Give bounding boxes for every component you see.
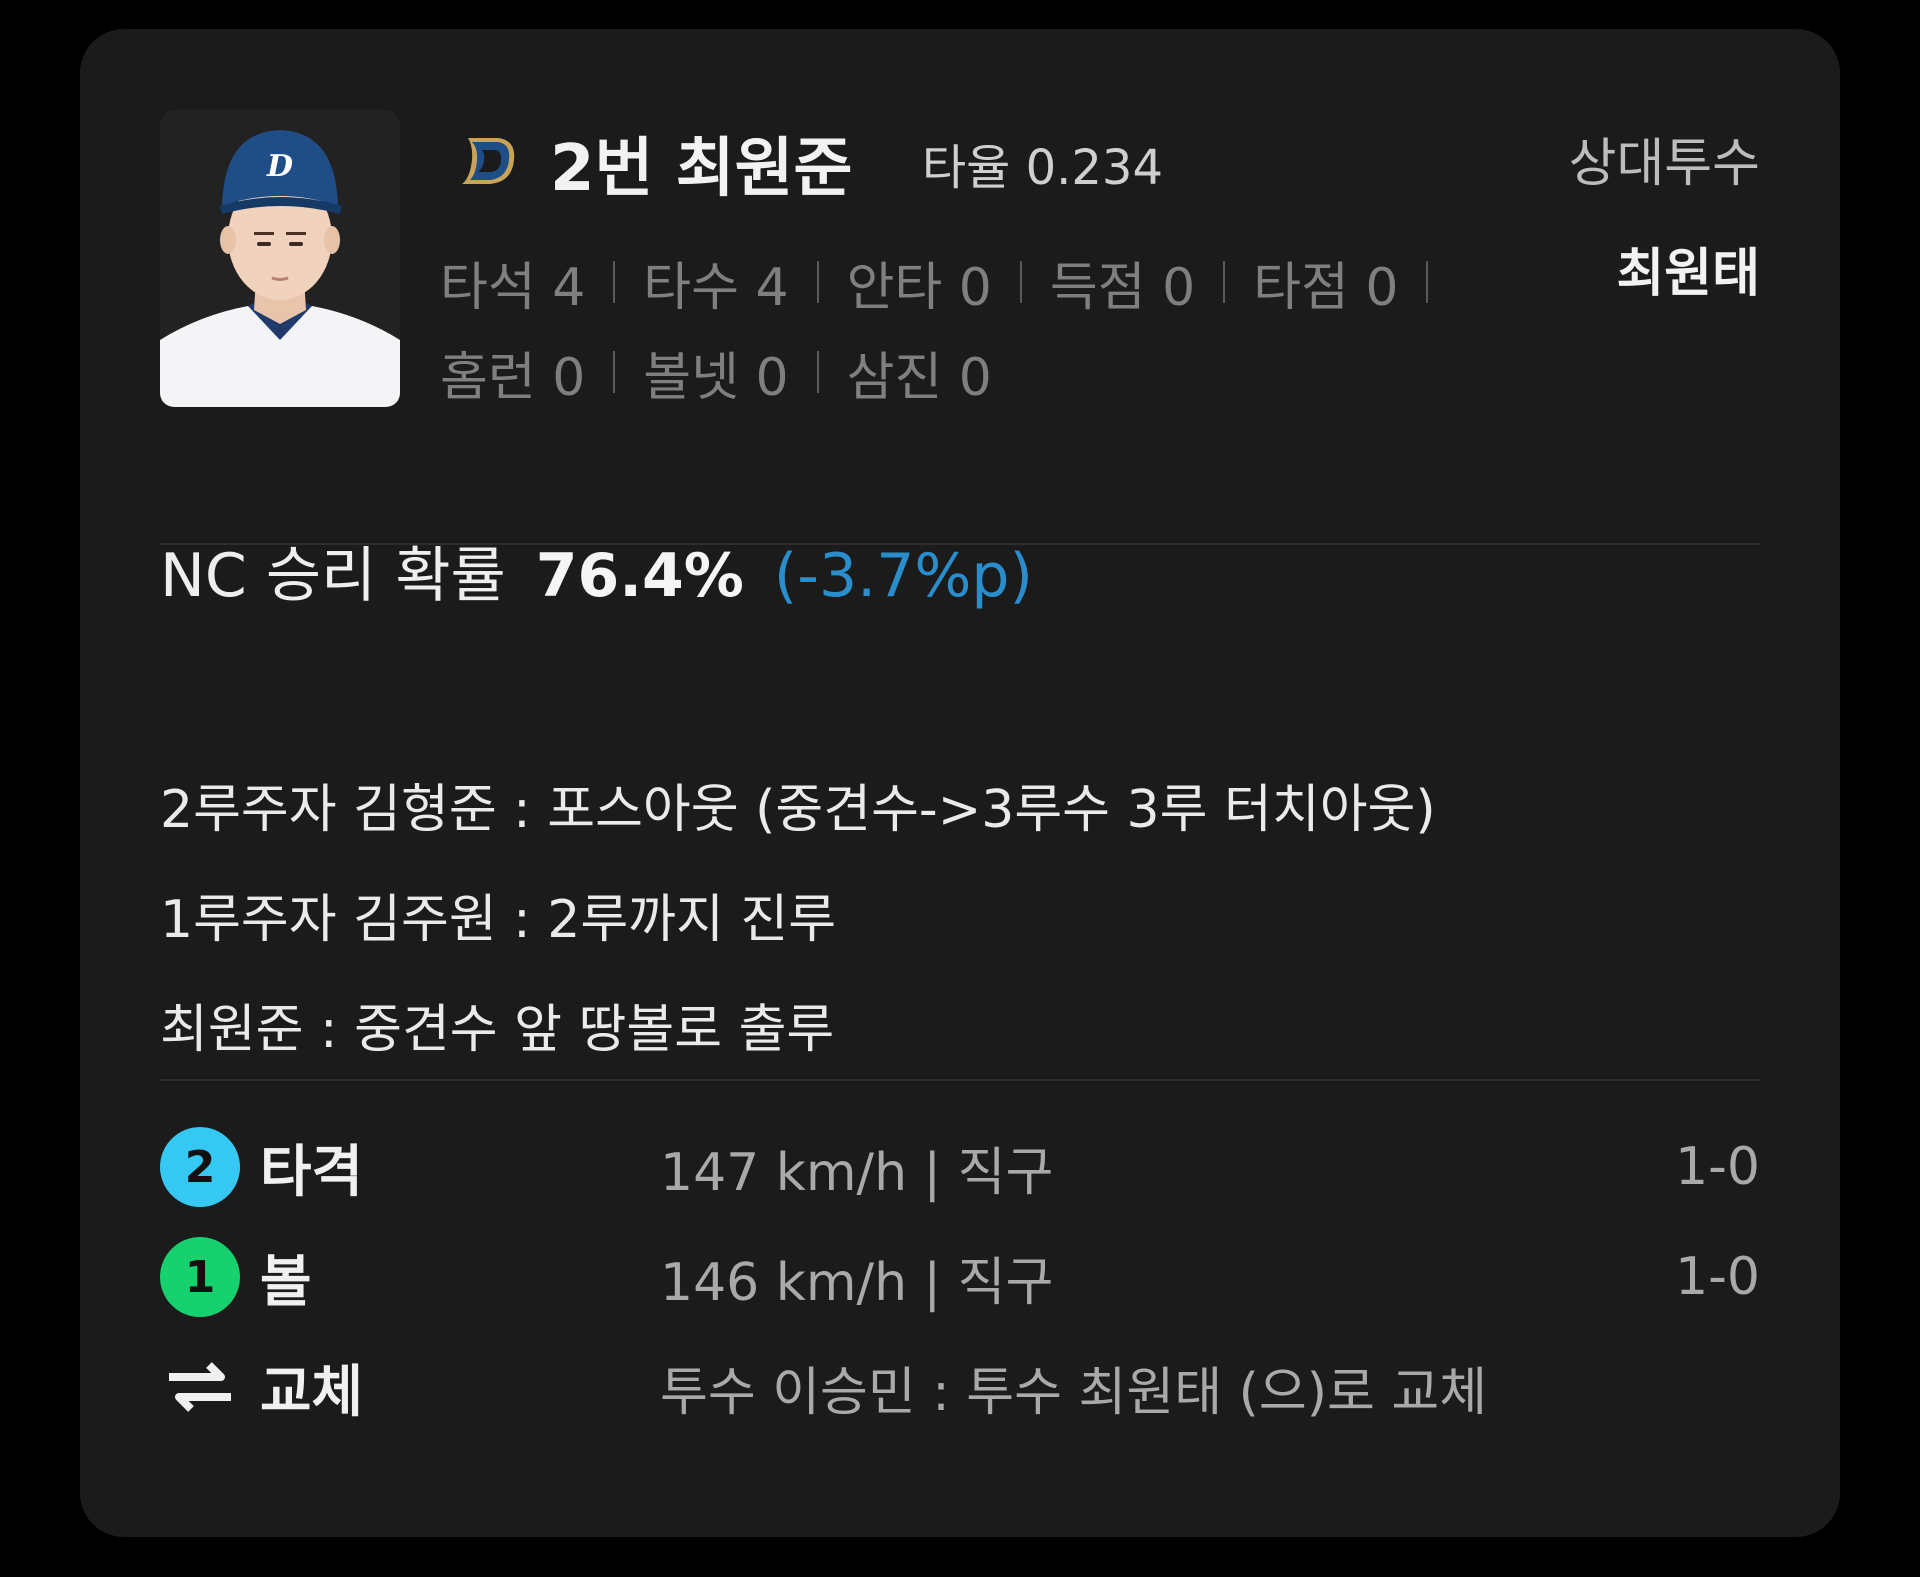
play-log: 2루주자 김형준 : 포스아웃 (중견수->3루수 3루 터치아웃) 1루주자 … [160,749,1436,1079]
pitch-row: 2 타격 147 km/h | 직구 1-0 [160,1119,1760,1215]
opposing-pitcher-name: 최원태 [1616,244,1760,304]
batter-name: 2번 최원준 [550,132,853,206]
stat-divider [1426,261,1429,303]
stat-runs: 득점 0 [1049,257,1196,318]
play-log-item: 2루주자 김형준 : 포스아웃 (중견수->3루수 3루 터치아웃) [160,779,1436,840]
pitch-row: 1 볼 146 km/h | 직구 1-0 [160,1229,1760,1325]
pitch-speed-type: 146 km/h | 직구 [660,1252,1054,1313]
pitch-result: 볼 [260,1249,312,1315]
svg-text:D: D [266,149,293,184]
stat-divider [613,351,616,393]
pitch-count: 1-0 [1675,1247,1760,1307]
stat-plate-appearances: 타석 4 [440,257,586,318]
player-avatar: D [160,110,400,407]
batting-average: 타율 0.234 [922,140,1163,196]
substitution-row: 교체 투수 이승민 : 투수 최원태 (으)로 교체 [160,1339,1760,1435]
pitch-number-badge: 2 [160,1127,240,1207]
pitch-count: 1-0 [1675,1137,1760,1197]
win-probability-delta: (-3.7%p) [773,541,1033,611]
stat-divider [816,261,819,303]
section-divider [160,1079,1760,1081]
win-probability-value: 76.4% [535,541,744,611]
batter-stats: 타석 4 타수 4 안타 0 득점 0 타점 0 홈런 0 볼넷 0 삼진 0 [440,237,1540,417]
play-log-item: 1루주자 김주원 : 2루까지 진루 [160,889,837,950]
stat-divider [613,261,616,303]
substitution-desc: 투수 이승민 : 투수 최원태 (으)로 교체 [660,1362,1488,1423]
swap-arrows-icon [160,1347,240,1427]
win-probability: NC 승리 확률 76.4% (-3.7%p) [160,527,1033,614]
stat-walks: 볼넷 0 [643,347,789,408]
pitch-result: 타격 [260,1139,364,1205]
stat-divider [1019,261,1022,303]
stat-at-bats: 타수 4 [643,257,789,318]
stat-divider [816,351,819,393]
section-divider [160,543,1760,545]
stat-rbi: 타점 0 [1253,257,1399,318]
stats-row-2: 홈런 0 볼넷 0 삼진 0 [440,327,1540,417]
stat-strikeouts: 삼진 0 [846,347,992,408]
stat-home-runs: 홈런 0 [440,347,586,408]
stat-divider [1223,261,1226,303]
player-photo: D [160,110,400,407]
play-log-item: 최원준 : 중견수 앞 땅볼로 출루 [160,999,835,1060]
team-logo-icon [458,130,520,192]
pitch-speed-type: 147 km/h | 직구 [660,1142,1054,1203]
stat-hits: 안타 0 [846,257,992,318]
pitch-number-badge: 1 [160,1237,240,1317]
play-card: D 2번 최원준 타율 0.234 상대투수 최원태 타석 4 타수 4 안타 … [80,29,1840,1537]
opposing-pitcher-label: 상대투수 [1568,134,1760,194]
stats-row-1: 타석 4 타수 4 안타 0 득점 0 타점 0 [440,237,1540,327]
win-probability-label: NC 승리 확률 [160,541,506,611]
event-type: 교체 [260,1359,364,1425]
